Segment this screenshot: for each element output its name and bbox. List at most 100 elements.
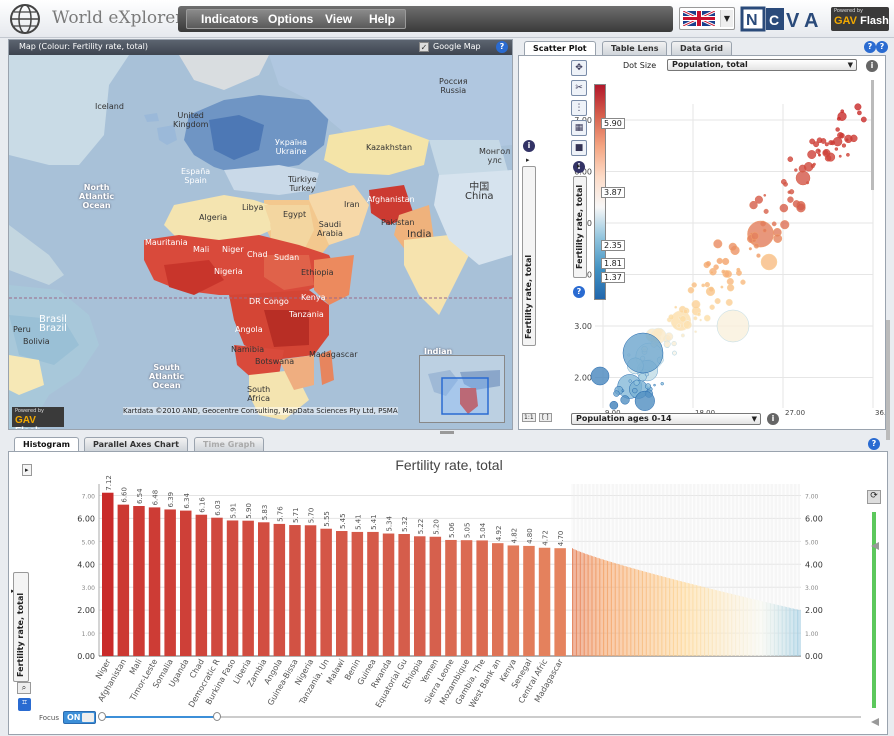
y-axis-selector[interactable]: Fertility rate, total bbox=[522, 166, 536, 346]
bar[interactable] bbox=[779, 605, 781, 656]
bar[interactable] bbox=[757, 600, 759, 656]
tab-data-grid[interactable]: Data Grid bbox=[671, 41, 733, 55]
bar[interactable] bbox=[713, 589, 715, 656]
bar[interactable] bbox=[242, 520, 254, 656]
bar[interactable] bbox=[787, 607, 789, 656]
bar[interactable] bbox=[336, 531, 348, 656]
bar[interactable] bbox=[712, 589, 714, 656]
bar[interactable] bbox=[792, 608, 794, 656]
scatter-point[interactable] bbox=[720, 285, 724, 289]
bar[interactable] bbox=[705, 587, 707, 656]
bar[interactable] bbox=[753, 599, 755, 656]
bar[interactable] bbox=[445, 539, 457, 656]
bar[interactable] bbox=[663, 576, 665, 656]
bar[interactable] bbox=[656, 574, 658, 656]
bar[interactable] bbox=[701, 586, 703, 656]
bar[interactable] bbox=[798, 609, 800, 656]
scatter-point[interactable] bbox=[736, 270, 742, 276]
bar[interactable] bbox=[740, 596, 742, 656]
tab-time-graph[interactable]: Time Graph bbox=[194, 437, 265, 451]
scatter-point[interactable] bbox=[671, 340, 677, 347]
bar[interactable] bbox=[629, 567, 631, 656]
bar[interactable] bbox=[709, 588, 711, 656]
frame-icon[interactable]: [ ] bbox=[539, 413, 552, 422]
bar[interactable] bbox=[476, 540, 488, 656]
scatter-point[interactable] bbox=[696, 312, 701, 317]
scatter-point[interactable] bbox=[816, 137, 823, 144]
bar[interactable] bbox=[729, 593, 731, 656]
bar[interactable] bbox=[580, 551, 582, 656]
scatter-point[interactable] bbox=[716, 309, 750, 343]
scatter-point[interactable] bbox=[749, 200, 758, 210]
bar[interactable] bbox=[650, 573, 652, 656]
bar[interactable] bbox=[678, 580, 680, 656]
bar[interactable] bbox=[601, 559, 603, 656]
x-axis-dropdown[interactable]: Population ages 0-14 ▼ bbox=[571, 413, 761, 425]
bar[interactable] bbox=[682, 581, 684, 656]
scatter-point[interactable] bbox=[773, 234, 783, 243]
bar[interactable] bbox=[133, 506, 145, 656]
bar[interactable] bbox=[382, 533, 395, 656]
scatter-point[interactable] bbox=[725, 298, 733, 306]
scatter-point[interactable] bbox=[763, 208, 769, 214]
scatter-point[interactable] bbox=[609, 400, 619, 410]
bar[interactable] bbox=[670, 578, 672, 656]
grid-icon[interactable]: ▦ bbox=[571, 120, 587, 136]
bar[interactable] bbox=[730, 593, 732, 656]
bar[interactable] bbox=[714, 589, 716, 656]
bar[interactable] bbox=[794, 608, 796, 656]
histogram-chart[interactable]: 7.00 7.00 6.00 6.00 5.00 5.00 4.00 4.00 3.00 3.00… bbox=[9, 452, 887, 734]
bar[interactable] bbox=[578, 551, 580, 656]
tab-table-lens[interactable]: Table Lens bbox=[602, 41, 668, 55]
bar[interactable] bbox=[683, 582, 685, 656]
scatter-point[interactable] bbox=[660, 382, 664, 386]
scatter-scrollbar[interactable] bbox=[871, 80, 874, 190]
scatter-point[interactable] bbox=[846, 152, 850, 157]
bar[interactable] bbox=[647, 572, 649, 656]
bar[interactable] bbox=[775, 604, 777, 656]
bar[interactable] bbox=[592, 556, 594, 656]
bar[interactable] bbox=[632, 568, 634, 656]
scatter-point[interactable] bbox=[807, 150, 817, 160]
bar[interactable] bbox=[751, 598, 753, 656]
bar[interactable] bbox=[664, 577, 666, 656]
scatter-point[interactable] bbox=[728, 242, 737, 252]
bar[interactable] bbox=[679, 581, 681, 656]
scatter-point[interactable] bbox=[794, 168, 798, 172]
play-icon[interactable]: ▸ bbox=[577, 162, 581, 170]
bar[interactable] bbox=[609, 561, 611, 656]
scatter-point[interactable] bbox=[845, 138, 849, 142]
scatter-point[interactable] bbox=[722, 257, 730, 266]
bar[interactable] bbox=[604, 559, 606, 656]
bar[interactable] bbox=[768, 602, 770, 656]
scatter-point[interactable] bbox=[708, 286, 715, 293]
bar[interactable] bbox=[507, 545, 520, 656]
bar[interactable] bbox=[180, 510, 192, 656]
bar[interactable] bbox=[627, 566, 629, 656]
bar[interactable] bbox=[674, 579, 676, 656]
scatter-point[interactable] bbox=[740, 279, 746, 285]
scatter-point[interactable] bbox=[701, 283, 706, 288]
menu-indicators[interactable]: Indicators bbox=[201, 12, 258, 26]
bar[interactable] bbox=[667, 577, 669, 656]
bar[interactable] bbox=[706, 587, 708, 656]
bar[interactable] bbox=[658, 575, 660, 656]
bar[interactable] bbox=[414, 536, 426, 656]
bar[interactable] bbox=[102, 492, 114, 656]
scatter-point[interactable] bbox=[622, 332, 664, 374]
bar[interactable] bbox=[538, 547, 551, 656]
bar[interactable] bbox=[612, 562, 614, 656]
scatter-point[interactable] bbox=[713, 239, 723, 249]
bar[interactable] bbox=[429, 536, 442, 656]
scatter-point[interactable] bbox=[590, 366, 610, 386]
bar[interactable] bbox=[523, 545, 535, 656]
bar[interactable] bbox=[625, 566, 627, 656]
scatter-point[interactable] bbox=[721, 269, 726, 274]
bar[interactable] bbox=[351, 531, 364, 656]
scatter-point[interactable] bbox=[644, 372, 649, 377]
scatter-point[interactable] bbox=[645, 383, 652, 390]
bar[interactable] bbox=[699, 586, 701, 656]
scatter-point[interactable] bbox=[709, 304, 715, 310]
scatter-point[interactable] bbox=[817, 149, 821, 152]
scatter-point[interactable] bbox=[771, 221, 777, 227]
